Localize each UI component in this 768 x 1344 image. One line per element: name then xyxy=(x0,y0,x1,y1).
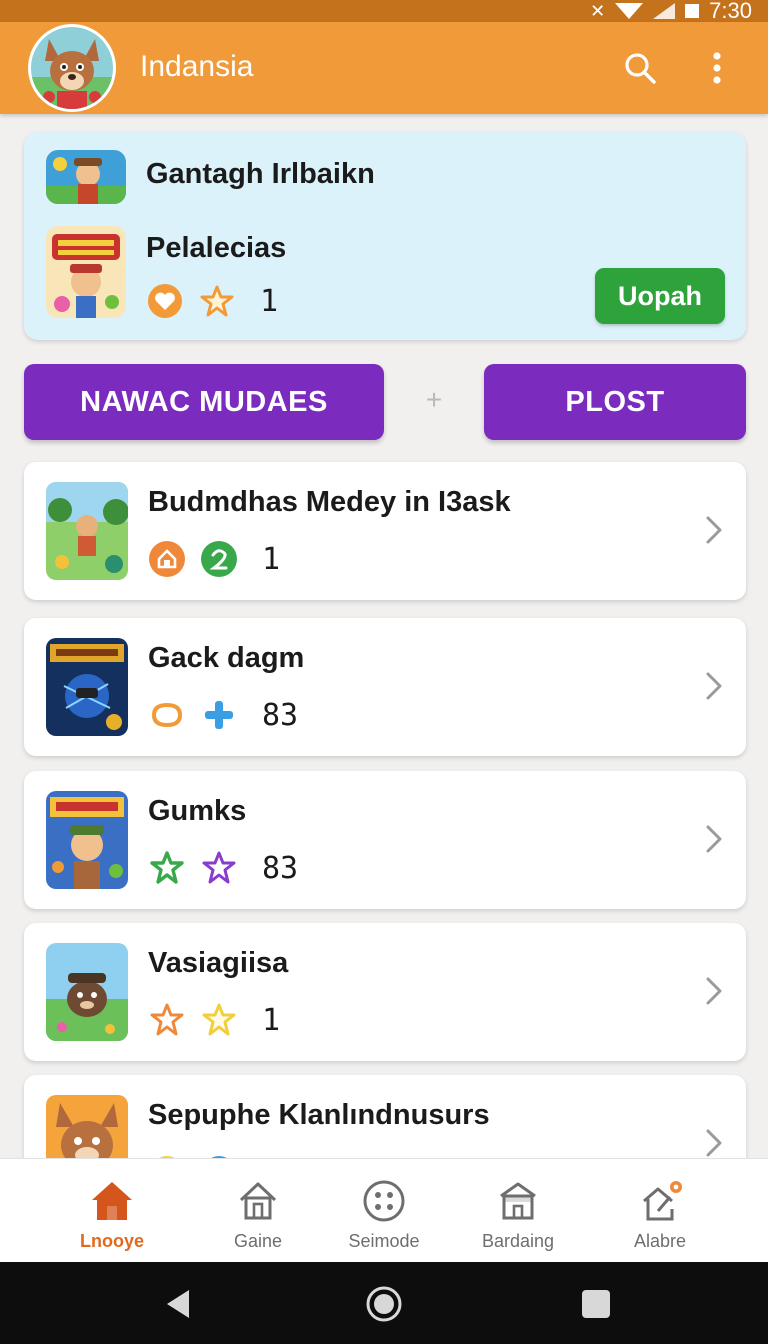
app-title: Indansia xyxy=(140,50,254,83)
update-button[interactable]: Uopah xyxy=(595,268,725,324)
featured-badges: 1 xyxy=(146,282,278,320)
game-thumbnail xyxy=(46,638,128,736)
battery-icon xyxy=(685,4,700,18)
app-bar: Indansia xyxy=(0,22,768,114)
list-item-badges: 1 xyxy=(148,540,280,578)
list-item-count: 83 xyxy=(262,850,299,886)
list-item[interactable]: Gumks 83 xyxy=(24,771,746,909)
nav-item-mode[interactable]: Seimode xyxy=(334,1159,434,1263)
chevron-right-icon xyxy=(706,516,722,544)
orange-star-badge-icon xyxy=(148,1001,186,1039)
list-item-badges: 83 xyxy=(148,696,298,734)
list-item-badges: 83 xyxy=(148,849,298,887)
chevron-right-icon xyxy=(706,825,722,853)
game-icon xyxy=(46,226,126,318)
green-star-badge-icon xyxy=(148,849,186,887)
nav-item-alerts[interactable]: Alabre xyxy=(610,1159,710,1263)
recents-button[interactable] xyxy=(574,1282,618,1326)
game-thumbnail xyxy=(46,150,126,204)
featured-title-2: Pelalecias xyxy=(146,232,287,264)
back-icon xyxy=(167,1290,189,1318)
nav-label: Gaine xyxy=(233,1231,283,1251)
game-thumbnail xyxy=(46,226,126,318)
chevron-right-icon xyxy=(706,672,722,700)
purple-star-badge-icon xyxy=(200,849,238,887)
nav-label: Alabre xyxy=(633,1231,687,1251)
game-icon xyxy=(46,791,128,889)
list-item-title: Budmdhas Medey in I3ask xyxy=(148,486,511,518)
dots-circle-icon xyxy=(360,1177,408,1225)
nav-label: Seimode xyxy=(348,1231,420,1251)
game-icon xyxy=(46,1095,128,1158)
chevron-right-icon xyxy=(706,977,722,1005)
bottom-navigation: Lnooye Gaine Seimode Bardaing Alabre xyxy=(0,1158,768,1262)
home-icon xyxy=(88,1177,136,1225)
game-icon xyxy=(46,638,128,736)
featured-count: 1 xyxy=(260,283,279,319)
nav-item-game[interactable]: Gaine xyxy=(208,1159,308,1263)
plus-separator: + xyxy=(425,384,443,415)
search-button[interactable] xyxy=(618,46,662,90)
featured-card[interactable]: Gantagh Irlbaikn Pelalecias 1 Uopah xyxy=(24,132,746,340)
list-item[interactable]: Vasiagiisa 1 xyxy=(24,923,746,1061)
system-navigation-bar xyxy=(0,1262,768,1344)
heart-badge-icon xyxy=(146,282,184,320)
list-item-count: 1 xyxy=(262,541,281,577)
recents-icon xyxy=(582,1290,610,1318)
list-item-title: Vasiagiisa xyxy=(148,947,289,979)
list-item-title: Gack dagm xyxy=(148,642,305,674)
game-icon xyxy=(46,482,128,580)
post-button[interactable]: PLOST xyxy=(484,364,746,440)
list-item-badges: 1 xyxy=(148,1001,280,1039)
more-vert-icon xyxy=(713,52,721,84)
game-icon xyxy=(46,943,128,1041)
list-item-title: Gumks xyxy=(148,795,247,827)
game-thumbnail xyxy=(46,943,128,1041)
star-badge-icon xyxy=(198,282,236,320)
game-thumbnail xyxy=(46,1095,128,1158)
chevron-right-icon xyxy=(706,1129,722,1157)
nav-label: Lnooye xyxy=(79,1231,144,1251)
house-outline-icon xyxy=(234,1177,282,1225)
list-item-title: Sepuphe Klanlındnusurs xyxy=(148,1099,490,1131)
plus-badge-icon xyxy=(200,696,238,734)
fox-avatar-icon xyxy=(31,27,113,109)
nav-label: Bardaing xyxy=(481,1231,555,1251)
status-icons: ✕ 7:30 xyxy=(590,0,752,22)
two-badge-icon xyxy=(200,540,238,578)
nav-item-home[interactable]: Lnooye xyxy=(62,1159,162,1263)
home-circle-icon xyxy=(366,1286,402,1322)
list-item-count: 83 xyxy=(262,697,299,733)
game-thumbnail xyxy=(46,791,128,889)
game-icon xyxy=(46,150,126,204)
list-item[interactable]: Gack dagm 83 xyxy=(24,618,746,756)
new-modes-button[interactable]: NAWAC MUDAES xyxy=(24,364,384,440)
nav-item-store[interactable]: Bardaing xyxy=(468,1159,568,1263)
status-bar: ✕ 7:30 xyxy=(0,0,768,22)
yellow-star-badge-icon xyxy=(200,1001,238,1039)
chat-badge-icon xyxy=(148,696,186,734)
list-item[interactable]: Budmdhas Medey in I3ask 1 xyxy=(24,462,746,600)
search-icon xyxy=(625,53,656,84)
edit-house-icon xyxy=(636,1177,684,1225)
store-icon xyxy=(494,1177,542,1225)
wifi-icon xyxy=(615,3,644,19)
more-options-button[interactable] xyxy=(695,46,739,90)
nfc-icon: ✕ xyxy=(590,0,606,21)
list-item[interactable]: Sepuphe Klanlındnusurs xyxy=(24,1075,746,1158)
signal-icon xyxy=(653,3,676,19)
featured-title-1: Gantagh Irlbaikn xyxy=(146,158,375,190)
avatar[interactable] xyxy=(28,24,116,112)
list-clip: Sepuphe Klanlındnusurs xyxy=(0,1060,768,1158)
status-time: 7:30 xyxy=(709,0,752,23)
home-system-button[interactable] xyxy=(362,1282,406,1326)
house-badge-icon xyxy=(148,540,186,578)
back-button[interactable] xyxy=(156,1282,200,1326)
game-thumbnail xyxy=(46,482,128,580)
list-item-count: 1 xyxy=(262,1002,281,1038)
